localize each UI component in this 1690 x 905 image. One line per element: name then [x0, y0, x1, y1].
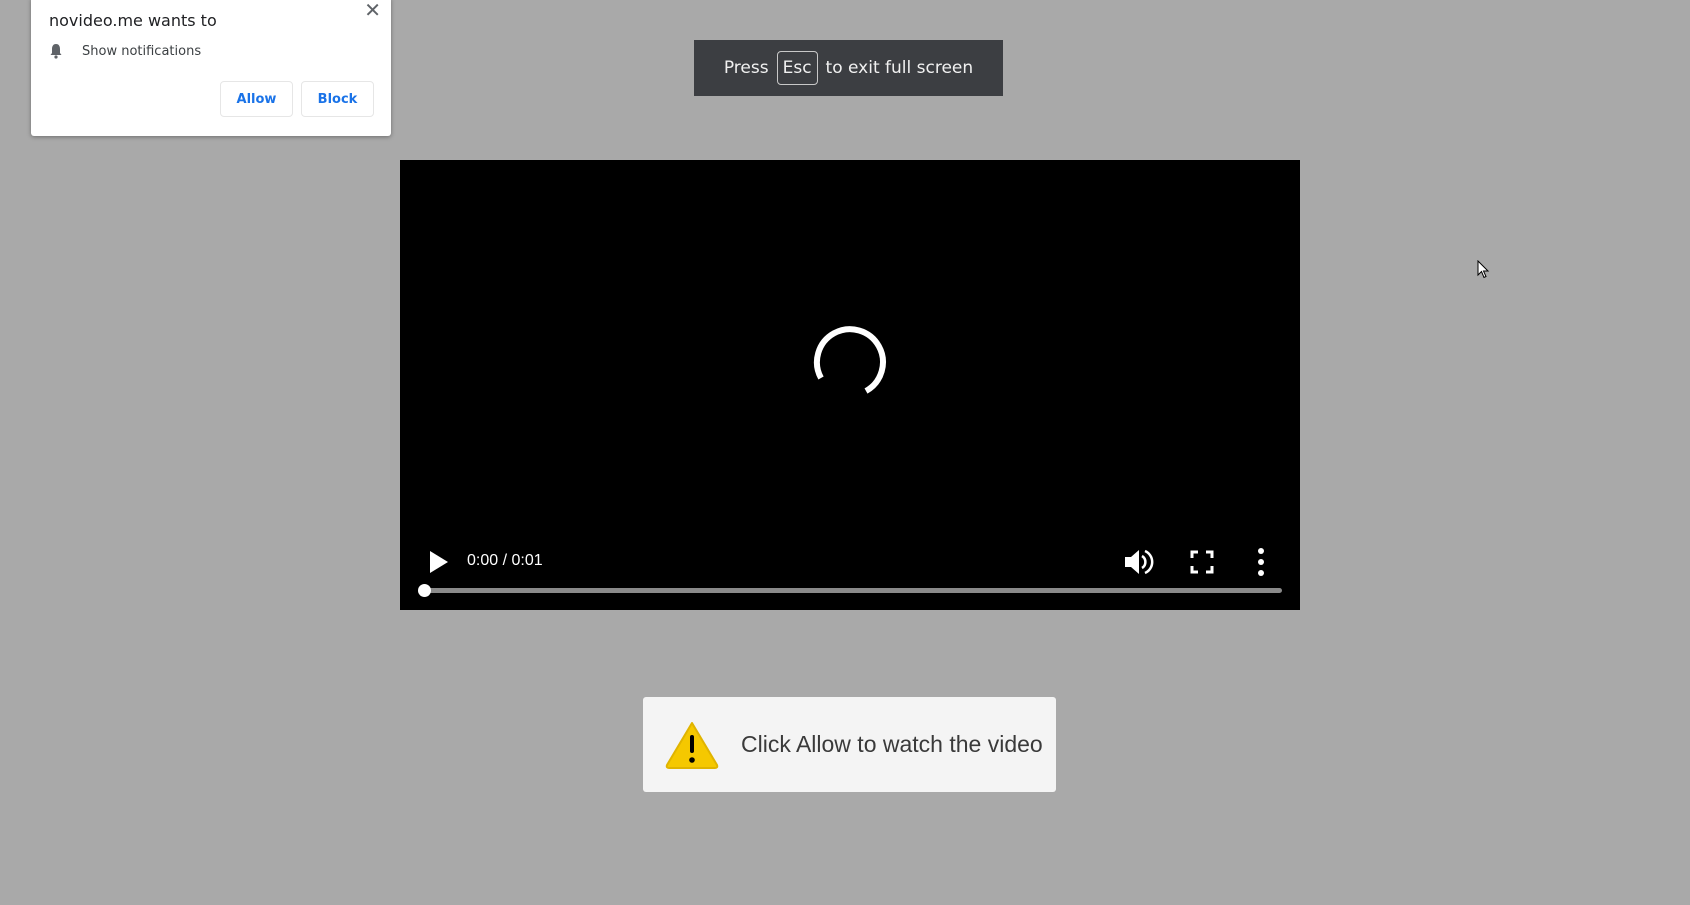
play-icon[interactable] [428, 550, 450, 574]
time-display: 0:00 / 0:01 [467, 552, 543, 569]
allow-button[interactable]: Allow [220, 81, 293, 117]
close-icon[interactable]: ✕ [364, 0, 381, 20]
fullscreen-icon[interactable] [1190, 550, 1214, 574]
fullscreen-exit-toast: Press Esc to exit full screen [694, 40, 1003, 96]
instruction-message: Click Allow to watch the video [741, 731, 1043, 757]
permission-label: Show notifications [82, 43, 202, 59]
block-button[interactable]: Block [301, 81, 374, 117]
popup-title: novideo.me wants to [49, 11, 217, 30]
loading-spinner-icon [814, 326, 886, 394]
instruction-box: Click Allow to watch the video [643, 697, 1056, 792]
bell-icon [50, 44, 62, 59]
seek-thumb[interactable] [418, 584, 431, 597]
seek-bar[interactable] [425, 588, 1282, 593]
toast-suffix: to exit full screen [825, 58, 974, 78]
volume-icon[interactable] [1122, 547, 1154, 577]
permission-row: Show notifications [49, 43, 201, 59]
warning-icon [665, 721, 719, 769]
notification-permission-popup: ✕ novideo.me wants to Show notifications… [31, 0, 391, 136]
more-options-icon[interactable] [1256, 547, 1266, 577]
esc-key-badge: Esc [776, 51, 818, 85]
mouse-cursor-icon [1477, 260, 1490, 279]
toast-prefix: Press [723, 58, 769, 78]
video-player[interactable]: 0:00 / 0:01 [400, 160, 1300, 610]
